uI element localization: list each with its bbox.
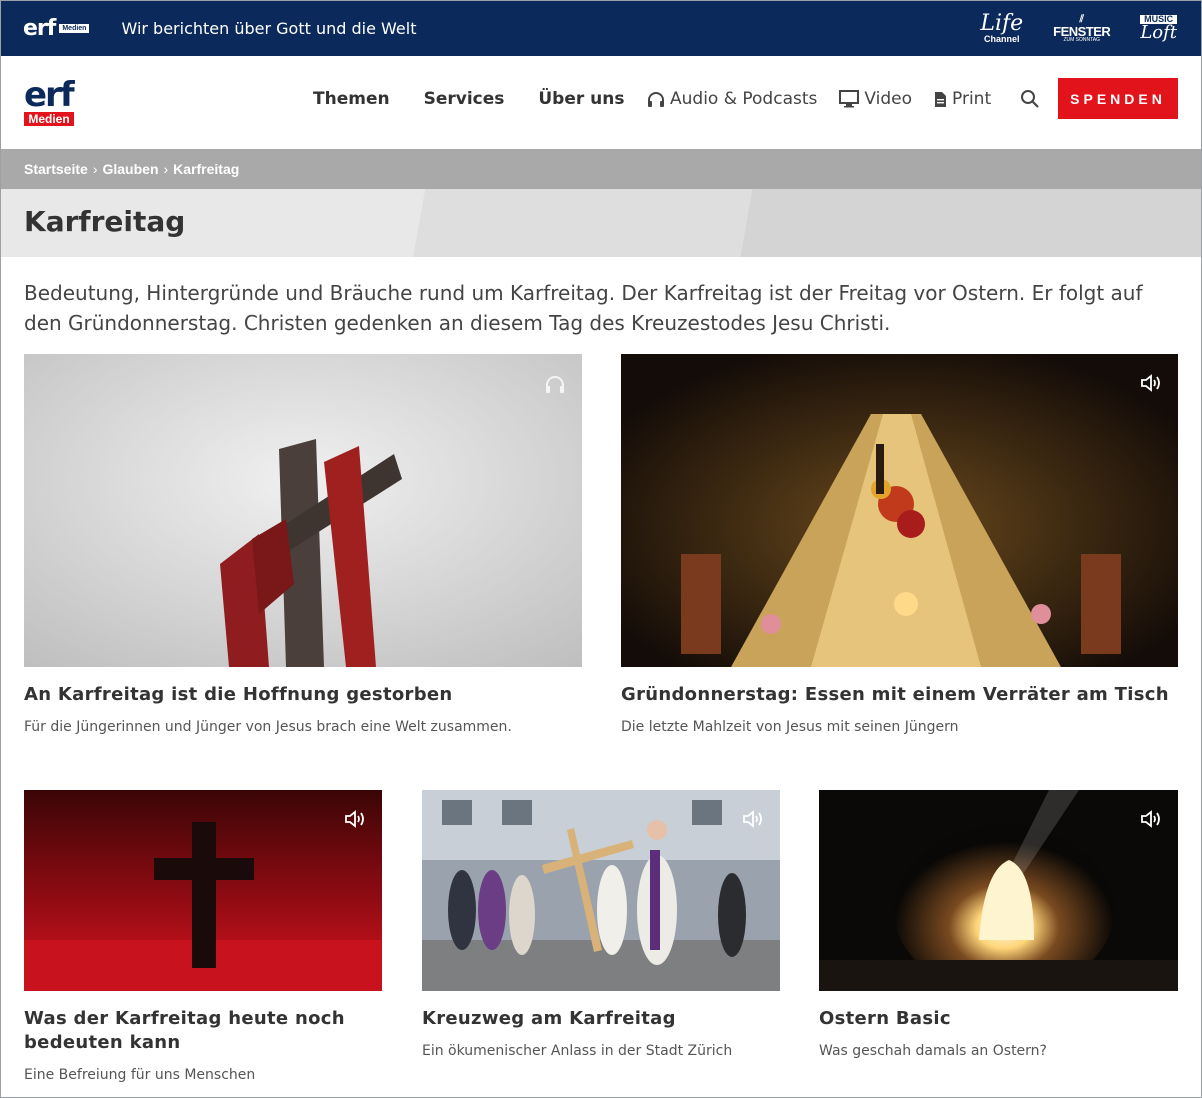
breadcrumb-karfreitag: Karfreitag — [173, 161, 240, 177]
article-title[interactable]: Kreuzweg am Karfreitag — [422, 1007, 780, 1031]
headphones-icon — [648, 91, 664, 107]
nav-themen[interactable]: Themen — [313, 89, 390, 109]
black-cross-red-background-image — [24, 790, 382, 991]
mini-logo-badge: Medien — [59, 24, 90, 33]
article-title[interactable]: Ostern Basic — [819, 1007, 1178, 1031]
article-title[interactable]: Was der Karfreitag heute noch bedeuten k… — [24, 1007, 382, 1055]
fenster-mark: ⫽ — [1079, 13, 1084, 25]
slogan: Wir berichten über Gott und die Welt — [121, 19, 417, 38]
document-icon — [935, 91, 947, 107]
search-button[interactable] — [1020, 89, 1040, 114]
breadcrumb: Startseite › Glauben › Karfreitag — [1, 149, 1201, 189]
article-image[interactable] — [819, 790, 1178, 991]
article-image[interactable] — [422, 790, 780, 991]
article-teaser: Ein ökumenischer Anlass in der Stadt Zür… — [422, 1043, 733, 1059]
nav-audio-podcasts[interactable]: Audio & Podcasts — [647, 89, 817, 109]
headphones-icon — [546, 376, 564, 393]
article-teaser: Für die Jüngerinnen und Jünger von Jesus… — [24, 719, 512, 735]
main-nav: Themen Services Über uns — [313, 89, 625, 109]
music-loft-name: Loft — [1140, 22, 1177, 43]
speaker-icon — [1141, 374, 1160, 392]
life-channel-logo[interactable]: Life Channel — [980, 13, 1023, 44]
breadcrumb-glauben[interactable]: Glauben — [102, 161, 158, 177]
empty-tomb-light-image — [819, 790, 1178, 991]
nav-audio-label: Audio & Podcasts — [670, 89, 818, 109]
erf-medien-mini-logo[interactable]: erf Medien — [23, 16, 90, 41]
procession-in-street-image — [422, 790, 780, 991]
life-channel-name: Life — [980, 11, 1024, 36]
main-header: erf Medien Themen Services Über uns Audi… — [1, 56, 1201, 149]
article-card[interactable]: Gründonnerstag: Essen mit einem Verräter… — [621, 354, 1178, 735]
nav-print-label: Print — [952, 89, 992, 109]
logo-badge: Medien — [24, 112, 74, 126]
monitor-icon — [839, 90, 860, 108]
logo-text: erf — [24, 75, 75, 115]
cross-with-red-cloth-image — [24, 354, 582, 667]
page-title: Karfreitag — [24, 205, 186, 238]
media-nav: Audio & Podcasts Video Print — [647, 89, 991, 109]
breadcrumb-startseite[interactable]: Startseite — [24, 161, 88, 177]
music-loft-logo[interactable]: MUSIC Loft — [1140, 15, 1177, 42]
article-teaser: Was geschah damals an Ostern? — [819, 1043, 1047, 1059]
title-banner: Karfreitag — [1, 189, 1201, 257]
erf-medien-logo[interactable]: erf Medien — [24, 75, 76, 126]
top-bar: erf Medien Wir berichten über Gott und d… — [1, 1, 1201, 56]
article-card[interactable]: Kreuzweg am Karfreitag Ein ökumenischer … — [422, 790, 780, 1059]
article-card[interactable]: Ostern Basic Was geschah damals an Oster… — [819, 790, 1178, 1059]
article-image[interactable] — [621, 354, 1178, 667]
nav-print[interactable]: Print — [934, 89, 991, 109]
article-title[interactable]: An Karfreitag ist die Hoffnung gestorben — [24, 683, 582, 707]
speaker-icon — [1141, 810, 1160, 828]
speaker-icon — [743, 810, 762, 828]
fenster-logo[interactable]: ⫽ FENSTER ZUM SONNTAG — [1053, 13, 1111, 43]
brand-links: Life Channel ⫽ FENSTER ZUM SONNTAG MUSIC… — [980, 13, 1177, 44]
article-card[interactable]: Was der Karfreitag heute noch bedeuten k… — [24, 790, 382, 1083]
long-dinner-table-image — [621, 354, 1178, 667]
article-teaser: Eine Befreiung für uns Menschen — [24, 1067, 256, 1083]
article-image[interactable] — [24, 790, 382, 991]
fenster-name: FENSTER — [1053, 23, 1111, 39]
article-teaser: Die letzte Mahlzeit von Jesus mit seinen… — [621, 719, 959, 735]
nav-services[interactable]: Services — [424, 89, 505, 109]
search-icon — [1021, 90, 1039, 108]
nav-video[interactable]: Video — [839, 89, 912, 109]
article-image[interactable] — [24, 354, 582, 667]
breadcrumb-separator: › — [163, 161, 169, 177]
article-title[interactable]: Gründonnerstag: Essen mit einem Verräter… — [621, 683, 1178, 707]
page-intro: Bedeutung, Hintergründe und Bräuche rund… — [24, 281, 1143, 335]
life-channel-sub: Channel — [983, 34, 1020, 44]
article-card[interactable]: An Karfreitag ist die Hoffnung gestorben… — [24, 354, 582, 735]
mini-logo-text: erf — [23, 16, 56, 41]
nav-ueber-uns[interactable]: Über uns — [538, 89, 624, 109]
donate-button[interactable]: SPENDEN — [1058, 78, 1178, 119]
breadcrumb-separator: › — [92, 161, 98, 177]
nav-video-label: Video — [864, 89, 913, 109]
speaker-icon — [345, 810, 364, 828]
